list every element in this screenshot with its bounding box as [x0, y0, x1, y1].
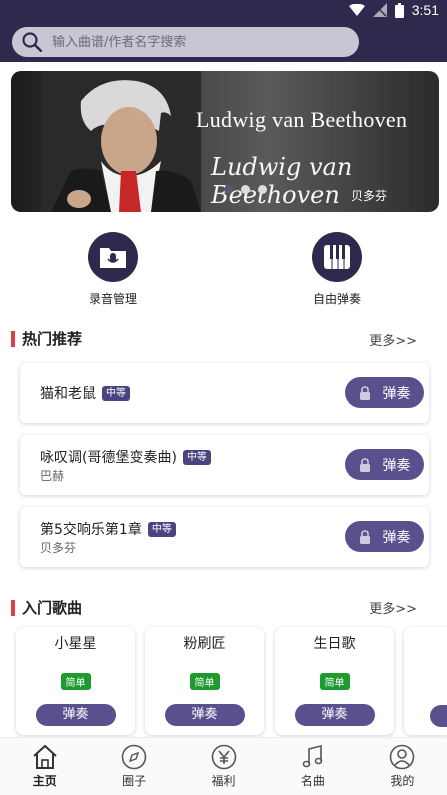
tab-circle[interactable]: 圈子 [89, 738, 178, 795]
lock-icon [359, 529, 370, 544]
wifi-icon [348, 3, 365, 16]
carousel-dots [224, 185, 267, 194]
carousel-dot[interactable] [224, 185, 233, 194]
hot-item-name: 第5交响乐第1章 中等 [40, 519, 176, 539]
play-label: 弹奏 [382, 384, 411, 401]
top-header: 3:51 [0, 0, 447, 62]
intro-song-card[interactable]: 生日歌 简单 弹奏 [275, 627, 394, 735]
tab-label: 主页 [32, 774, 57, 788]
song-name: 粉刷匠 [183, 636, 226, 652]
level-badge: 中等 [102, 385, 130, 401]
banner-signature: Ludwig van Beethoven [211, 153, 353, 209]
hot-item-name: 猫和老鼠 中等 [40, 383, 130, 403]
tab-famous[interactable]: 名曲 [268, 738, 357, 795]
hot-more-link[interactable]: 更多>> [369, 330, 417, 349]
banner-title: Ludwig van Beethoven [196, 107, 408, 132]
section-title-text: 热门推荐 [22, 330, 83, 348]
song-name: 咏叹调(哥德堡变奏曲) [40, 450, 177, 466]
level-badge: 简单 [60, 673, 91, 690]
play-button[interactable]: 弹奏 [345, 377, 424, 408]
song-name: 第5交响乐第1章 [40, 522, 142, 538]
tab-mine[interactable]: 我的 [358, 738, 447, 795]
search-input[interactable] [52, 34, 342, 50]
section-title-text: 入门歌曲 [22, 599, 83, 617]
song-name: 猫和老鼠 [40, 386, 96, 402]
play-button[interactable]: 弹奏 [164, 704, 245, 726]
play-button[interactable]: 弹奏 [345, 449, 424, 480]
play-button[interactable]: 弹奏 [294, 704, 375, 726]
status-time: 3:51 [411, 2, 439, 18]
hot-item-name: 咏叹调(哥德堡变奏曲) 中等 [40, 447, 211, 467]
level-badge: 中等 [147, 521, 176, 537]
play-button[interactable]: 弹奏 [345, 521, 424, 552]
tab-label: 福利 [211, 774, 236, 788]
search-icon [22, 32, 42, 52]
signal-icon [372, 3, 387, 17]
level-badge: 简单 [319, 673, 350, 690]
home-icon [33, 744, 57, 769]
carousel-dot[interactable] [258, 185, 267, 194]
tab-label: 我的 [390, 774, 415, 788]
play-label: 弹奏 [382, 456, 411, 473]
play-label: 弹奏 [382, 528, 411, 545]
beethoven-portrait [41, 71, 201, 212]
section-marker [11, 599, 15, 616]
quick-recording-manage[interactable]: 录音管理 [58, 232, 168, 307]
tab-welfare[interactable]: 福利 [179, 738, 268, 795]
hot-item[interactable]: 猫和老鼠 中等 弹奏 [20, 363, 429, 423]
tab-label: 名曲 [300, 774, 325, 788]
song-name: 生日歌 [313, 636, 356, 652]
song-name: 小星星 [54, 636, 97, 652]
battery-icon [394, 2, 404, 18]
banner-subtitle: 贝多芬 [350, 189, 387, 203]
intro-song-card[interactable]: 小星星 简单 弹奏 [16, 627, 135, 735]
level-badge: 中等 [182, 449, 211, 465]
music-note-icon [302, 744, 323, 768]
play-button[interactable]: 弹奏 [35, 704, 116, 726]
bottom-tab-bar: 主页 圈子 福利 名曲 我的 [0, 737, 447, 795]
hot-item[interactable]: 咏叹调(哥德堡变奏曲) 中等 巴赫 弹奏 [20, 435, 429, 495]
intro-song-card-partial[interactable] [404, 627, 447, 735]
song-author: 巴赫 [40, 469, 65, 483]
yen-icon [211, 744, 236, 770]
tab-home[interactable]: 主页 [0, 738, 89, 795]
intro-song-card[interactable]: 粉刷匠 简单 弹奏 [145, 627, 264, 735]
quick-free-play[interactable]: 自由弹奏 [282, 232, 392, 307]
banner-carousel[interactable]: Ludwig van Beethoven Ludwig van Beethove… [11, 71, 439, 212]
microphone-folder-icon [88, 232, 138, 282]
search-bar[interactable] [12, 27, 359, 57]
carousel-dot[interactable] [241, 185, 250, 194]
play-button[interactable] [430, 705, 447, 727]
quick-label: 自由弹奏 [312, 292, 361, 306]
lock-icon [359, 385, 370, 400]
quick-label: 录音管理 [88, 292, 137, 306]
piano-icon [312, 232, 362, 282]
status-bar: 3:51 [0, 0, 447, 22]
song-author: 贝多芬 [40, 541, 77, 555]
section-marker [11, 330, 15, 347]
level-badge: 简单 [189, 673, 220, 690]
hot-item[interactable]: 第5交响乐第1章 中等 贝多芬 弹奏 [20, 507, 429, 567]
compass-icon [121, 744, 147, 770]
hot-section-title: 热门推荐 [11, 328, 82, 349]
user-icon [390, 744, 415, 770]
lock-icon [359, 457, 370, 472]
intro-section-title: 入门歌曲 [11, 597, 82, 618]
intro-more-link[interactable]: 更多>> [369, 598, 417, 617]
tab-label: 圈子 [122, 774, 147, 788]
